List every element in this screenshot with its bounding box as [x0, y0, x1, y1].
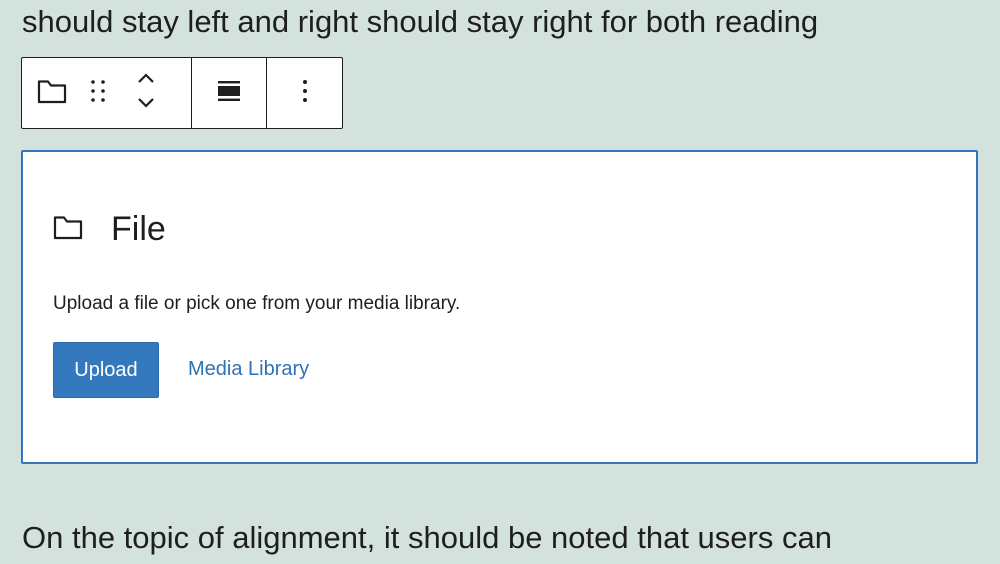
move-buttons — [114, 58, 178, 128]
more-options-button[interactable] — [267, 58, 342, 128]
paragraph-above: should stay left and right should stay r… — [22, 4, 819, 39]
upload-button[interactable]: Upload — [53, 342, 159, 398]
folder-icon — [37, 78, 67, 109]
move-up-button[interactable] — [136, 71, 156, 90]
block-toolbar — [21, 57, 343, 129]
block-toolbar-group-align — [190, 58, 267, 128]
move-down-button[interactable] — [136, 96, 156, 115]
chevron-up-icon — [138, 73, 154, 83]
folder-icon — [53, 214, 83, 245]
align-icon — [217, 78, 241, 109]
file-block-title-text: File — [111, 210, 166, 248]
drag-handle-icon — [89, 78, 107, 109]
drag-handle[interactable] — [82, 58, 114, 128]
file-block-title: File — [53, 210, 166, 249]
media-library-button[interactable]: Media Library — [188, 358, 309, 381]
file-block-placeholder: File Upload a file or pick one from your… — [21, 150, 978, 464]
block-type-button[interactable] — [22, 58, 82, 128]
paragraph-below: On the topic of alignment, it should be … — [22, 520, 832, 555]
file-block-instructions: Upload a file or pick one from your medi… — [53, 293, 461, 314]
align-button[interactable] — [192, 58, 267, 128]
block-toolbar-group-block — [22, 58, 191, 128]
block-toolbar-group-options — [266, 58, 342, 128]
chevron-down-icon — [138, 98, 154, 108]
more-options-icon — [301, 78, 309, 109]
